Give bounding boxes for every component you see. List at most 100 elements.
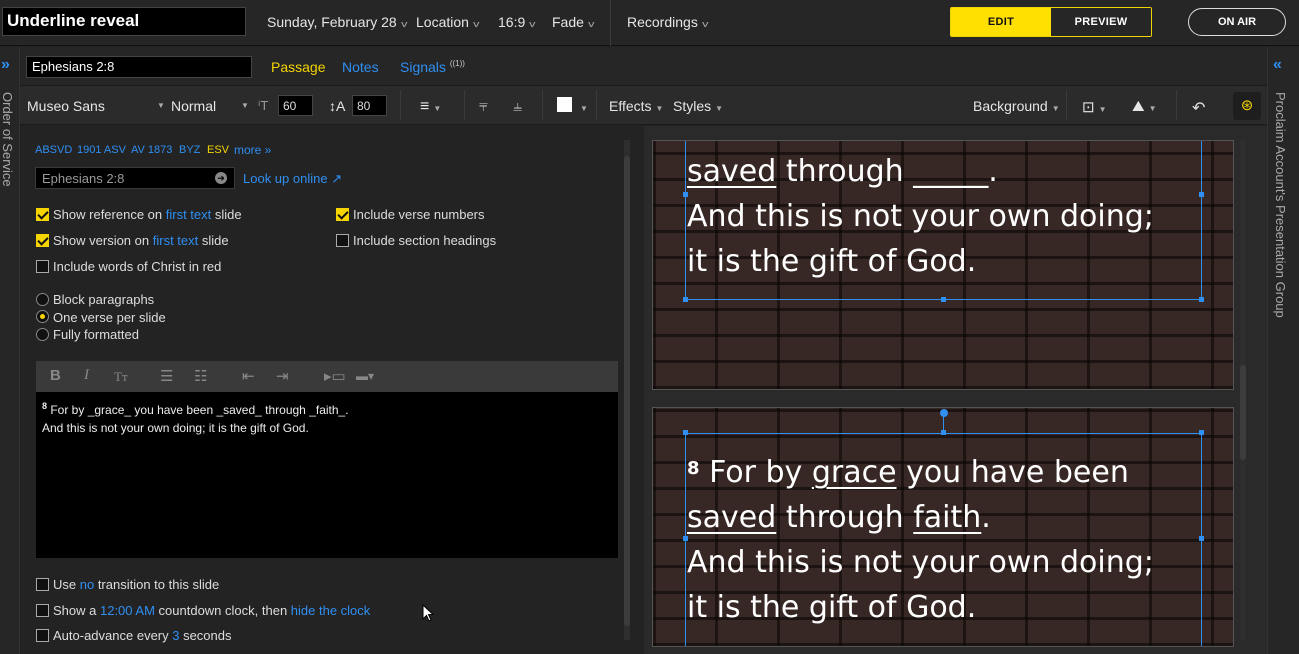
go-icon[interactable]: ➜	[215, 172, 227, 184]
text-box-selection[interactable]	[685, 433, 1202, 646]
font-weight-label: Normal	[171, 98, 217, 114]
show-reference-label: Show reference on first text slide	[53, 207, 242, 222]
show-version-checkbox[interactable]	[36, 234, 49, 247]
resize-handle[interactable]	[1199, 536, 1204, 541]
on-air-button[interactable]: ON AIR	[1188, 8, 1286, 36]
resize-handle[interactable]	[1199, 297, 1204, 302]
resize-handle[interactable]	[941, 430, 946, 435]
scroll-thumb[interactable]	[1240, 365, 1246, 460]
expand-left-icon[interactable]: »	[1, 56, 10, 74]
font-weight-dropdown[interactable]: Normal ▼	[171, 98, 249, 114]
date-dropdown[interactable]: Sunday, February 28 v	[267, 14, 407, 30]
vertical-align-middle-icon[interactable]: ⫨	[513, 98, 522, 116]
slide-1[interactable]: saved through _____. And this is not you…	[652, 140, 1234, 390]
resize-handle[interactable]	[683, 192, 688, 197]
resize-handle[interactable]	[683, 536, 688, 541]
signal-icon[interactable]: ⊛	[1233, 92, 1261, 120]
chevron-down-icon: v	[473, 19, 480, 29]
bold-icon[interactable]: B	[50, 367, 61, 384]
undo-icon[interactable]: ↶	[1192, 98, 1205, 118]
one-verse-label: One verse per slide	[53, 310, 166, 325]
background-label: Background	[973, 98, 1048, 114]
left-scrollbar[interactable]	[624, 140, 630, 640]
show-reference-checkbox[interactable]	[36, 208, 49, 221]
recordings-dropdown[interactable]: Recordings v	[627, 14, 708, 30]
resize-handle[interactable]	[683, 430, 688, 435]
font-size-input[interactable]: 60	[278, 95, 313, 116]
tab-passage[interactable]: Passage	[271, 59, 325, 75]
one-verse-radio[interactable]	[36, 310, 49, 323]
slides-scrollbar[interactable]	[1240, 140, 1246, 640]
styles-dropdown[interactable]: Styles ▼	[673, 98, 723, 114]
passage-text-editor[interactable]: 8 For by _grace_ you have been _saved_ t…	[36, 392, 618, 558]
line-height-input[interactable]: 80	[352, 95, 387, 116]
font-family-dropdown[interactable]: Museo Sans ▼	[27, 98, 165, 114]
fully-formatted-radio[interactable]	[36, 328, 49, 341]
countdown-checkbox[interactable]	[36, 604, 49, 617]
verse-numbers-label: Include verse numbers	[353, 207, 485, 222]
resize-handle[interactable]	[1199, 192, 1204, 197]
passage-reference-input[interactable]: Ephesians 2:8	[35, 167, 235, 189]
countdown-time-link[interactable]: 12:00 AM	[100, 603, 155, 618]
version-absvd[interactable]: ABSVD	[35, 144, 72, 156]
first-text-link[interactable]: first text	[153, 233, 199, 248]
tab-signals[interactable]: Signals ((1))	[400, 59, 465, 75]
hide-clock-link[interactable]: hide the clock	[291, 603, 371, 618]
transition-link[interactable]: no	[80, 577, 94, 592]
signals-label: Signals	[400, 59, 446, 75]
divider	[400, 90, 401, 120]
more-versions-link[interactable]: more »	[234, 143, 271, 157]
date-label: Sunday, February 28	[267, 14, 397, 30]
text-case-icon[interactable]: Tт	[114, 369, 128, 385]
resize-handle[interactable]	[941, 297, 946, 302]
indent-icon[interactable]: ⇥	[276, 367, 289, 385]
background-dropdown[interactable]: Background ▼	[973, 98, 1060, 114]
block-paragraphs-radio[interactable]	[36, 293, 49, 306]
rotate-handle[interactable]	[940, 409, 948, 417]
aspect-dropdown[interactable]: 16:9 v	[498, 14, 536, 30]
expand-right-icon[interactable]: «	[1273, 56, 1282, 74]
presentation-title-input[interactable]: Underline reveal	[2, 7, 246, 36]
divider	[542, 90, 543, 120]
bulleted-list-icon[interactable]: ☰	[160, 367, 173, 385]
italic-icon[interactable]: I	[84, 367, 89, 384]
slide-2[interactable]: 8 For by grace you have been saved throu…	[652, 407, 1234, 647]
scroll-thumb[interactable]	[624, 156, 630, 626]
align-icon[interactable]: ≡ ▼	[420, 98, 441, 116]
verse-numbers-checkbox[interactable]	[336, 208, 349, 221]
version-byz[interactable]: BYZ	[179, 144, 200, 156]
text-box-icon[interactable]: ⊡ ▼	[1082, 98, 1107, 116]
tab-notes[interactable]: Notes	[342, 59, 379, 75]
version-1901-asv[interactable]: 1901 ASV	[77, 144, 126, 156]
color-caret-icon[interactable]: ▼	[576, 98, 588, 114]
insert-block-icon[interactable]: ▸▭	[324, 367, 346, 385]
text-box-selection[interactable]	[685, 141, 1202, 300]
effects-dropdown[interactable]: Effects ▼	[609, 98, 663, 114]
resize-handle[interactable]	[683, 297, 688, 302]
section-headings-checkbox[interactable]	[336, 234, 349, 247]
transition-dropdown[interactable]: Fade v	[552, 14, 594, 30]
resize-handle[interactable]	[1199, 430, 1204, 435]
version-esv[interactable]: ESV	[207, 144, 229, 156]
transition-checkbox[interactable]	[36, 578, 49, 591]
look-up-online-link[interactable]: Look up online ↗	[243, 171, 342, 187]
words-of-christ-checkbox[interactable]	[36, 260, 49, 273]
location-dropdown[interactable]: Location v	[416, 14, 480, 30]
caret-down-icon: ▼	[241, 101, 249, 110]
slide-reference-input[interactable]: Ephesians 2:8	[26, 56, 252, 78]
outdent-icon[interactable]: ⇤	[242, 367, 255, 385]
vertical-align-top-icon[interactable]: ⫧	[479, 98, 488, 116]
text-color-swatch[interactable]	[557, 97, 572, 112]
version-av-1873[interactable]: AV 1873	[131, 144, 172, 156]
more-format-icon[interactable]: ▬▾	[356, 369, 374, 383]
preview-button[interactable]: PREVIEW	[1051, 8, 1151, 36]
first-text-link[interactable]: first text	[166, 207, 212, 222]
caret-down-icon: ▼	[655, 104, 664, 113]
auto-advance-checkbox[interactable]	[36, 629, 49, 642]
editor-toolbar: B I Tт ☰ ☷ ⇤ ⇥ ▸▭ ▬▾	[36, 361, 618, 392]
edit-button[interactable]: EDIT	[951, 8, 1051, 36]
image-icon[interactable]: ⛰ ▼	[1132, 98, 1157, 115]
numbered-list-icon[interactable]: ☷	[194, 367, 207, 385]
divider	[1176, 90, 1177, 120]
font-family-label: Museo Sans	[27, 98, 105, 114]
